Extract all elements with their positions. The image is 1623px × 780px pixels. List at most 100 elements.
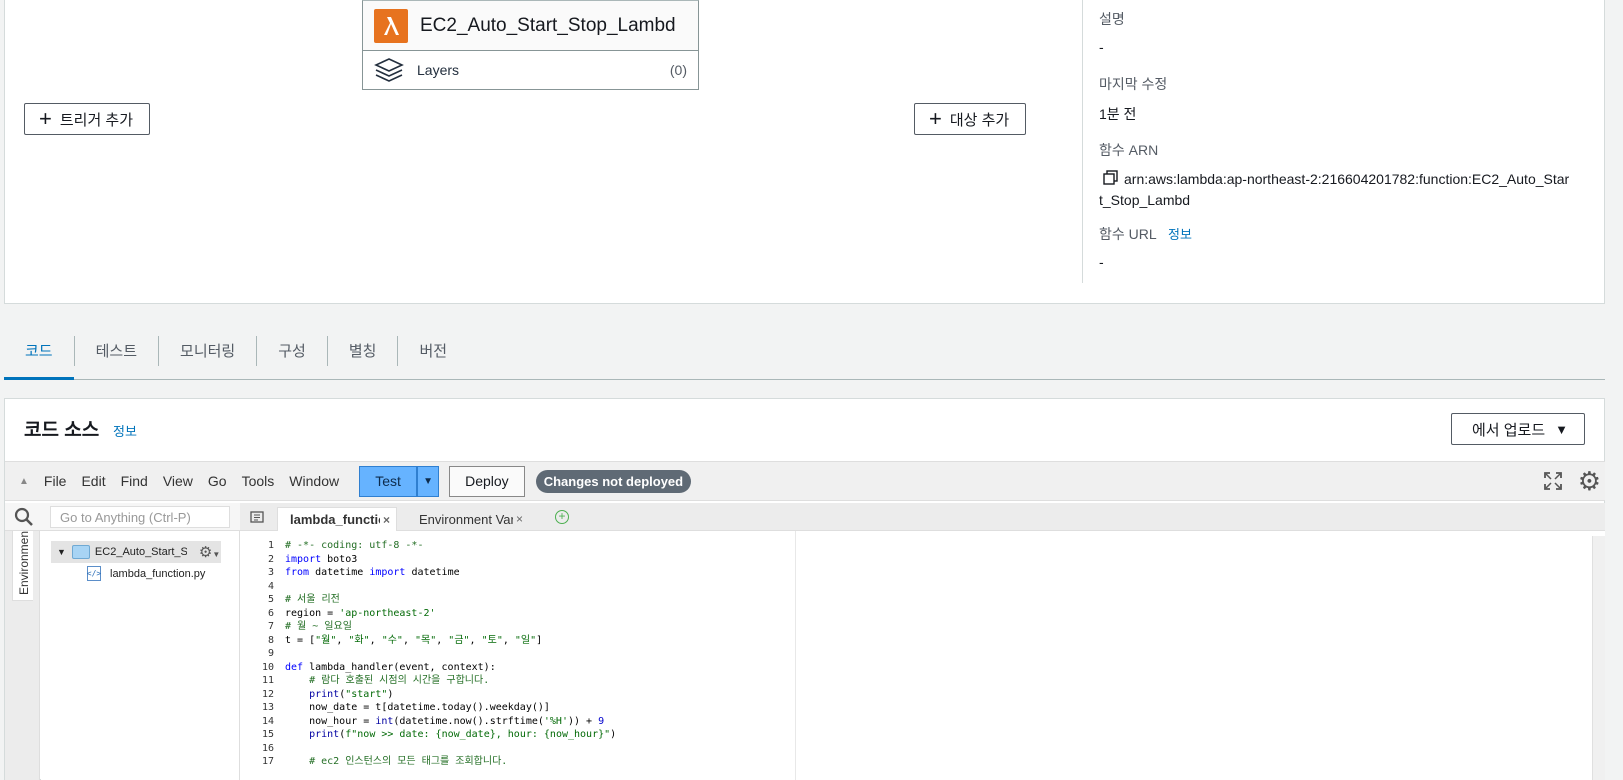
tree-root-folder[interactable]: ▼ EC2_Auto_Start_Stop_Lambd ⚙▼ (51, 541, 221, 563)
function-card[interactable]: EC2_Auto_Start_Stop_Lambd Layers (0) (362, 0, 699, 90)
code-line[interactable]: # 월 ~ 일요일 (285, 620, 1045, 634)
line-number-gutter: 1 2 3 4 5 6 7 8 9 10 11 12 13 14 15 16 17 (240, 539, 278, 769)
fullscreen-icon[interactable] (1542, 470, 1564, 492)
add-tab-icon[interactable]: + (555, 510, 569, 524)
folder-icon (71, 545, 90, 559)
test-button[interactable]: Test (359, 465, 418, 497)
editor-tab-environment-variables[interactable]: Environment Var × (407, 507, 533, 531)
add-destination-button[interactable]: + 대상 추가 (914, 103, 1027, 135)
line-number: 7 (267, 621, 274, 632)
code-line[interactable]: # ec2 인스턴스의 모든 태그를 조회합니다. (285, 755, 1045, 769)
layers-label: Layers (417, 62, 460, 78)
search-icon (14, 507, 33, 526)
function-tabs: 코드 테스트 모니터링 구성 별칭 버전 (4, 326, 1605, 380)
upload-from-label: 에서 업로드 (1471, 421, 1546, 439)
description-label: 설명 (1099, 11, 1125, 27)
code-source-title: 코드 소스 (24, 420, 100, 441)
code-line[interactable]: # -*- coding: utf-8 -*- (285, 539, 1045, 553)
line-number: 6 (267, 607, 274, 619)
code-line[interactable]: def lambda_handler(event, context): (285, 661, 1045, 675)
last-modified-label: 마지막 수정 (1099, 76, 1168, 92)
last-modified-value: 1분 전 (1099, 106, 1137, 122)
editor-tab-label: lambda_function (290, 512, 380, 527)
ide-toolbar: ▲ File Edit Find View Go Tools Window Te… (5, 461, 1605, 501)
add-trigger-button[interactable]: + 트리거 추가 (24, 103, 151, 135)
search-input[interactable]: Go to Anything (Ctrl-P) (50, 506, 230, 528)
code-line[interactable]: print("start") (285, 688, 1045, 702)
close-icon[interactable]: × (383, 513, 390, 527)
last-modified-section: 마지막 수정 1분 전 (1099, 74, 1167, 124)
copy-icon[interactable] (1103, 170, 1118, 188)
function-url-label: 함수 URL (1099, 226, 1157, 242)
tree-file-label: lambda_function.py (110, 567, 206, 580)
tab-aliases[interactable]: 별칭 (328, 326, 398, 379)
tab-code[interactable]: 코드 (4, 326, 74, 380)
plus-icon: + (39, 106, 52, 131)
add-destination-label: 대상 추가 (949, 111, 1010, 129)
line-number: 17 (261, 756, 274, 767)
caret-down-icon: ▼ (423, 475, 434, 487)
line-number: 13 (261, 702, 274, 713)
layers-row[interactable]: Layers (0) (363, 51, 698, 89)
tree-file-item[interactable]: </> lambda_function.py (87, 566, 205, 581)
function-card-header[interactable]: EC2_Auto_Start_Stop_Lambd (363, 1, 698, 51)
code-line[interactable] (285, 742, 1045, 756)
line-number: 12 (261, 688, 274, 700)
code-line[interactable]: # 서울 리전 (285, 593, 1045, 607)
menu-file[interactable]: File (44, 473, 67, 489)
menu-tools[interactable]: Tools (242, 473, 275, 489)
code-line[interactable] (285, 647, 1045, 661)
code-line[interactable]: t = ["월", "화", "수", "목", "금", "토", "일"] (285, 634, 1045, 648)
line-number: 5 (267, 594, 274, 605)
function-url-value: - (1099, 254, 1104, 270)
editor-tab-lambda-function[interactable]: lambda_function × (277, 507, 397, 531)
tab-configuration[interactable]: 구성 (257, 326, 327, 379)
tab-versions[interactable]: 버전 (398, 326, 468, 379)
code-line[interactable]: import boto3 (285, 553, 1045, 567)
code-editor[interactable]: 1 2 3 4 5 6 7 8 9 10 11 12 13 14 15 16 17 # -*- coding: … (240, 531, 1605, 780)
function-url-info-link[interactable]: 정보 (1168, 227, 1192, 242)
editor-tabs: lambda_function × Environment Var × + (240, 503, 1605, 531)
gear-icon[interactable]: ⚙ (1578, 468, 1601, 494)
code-line[interactable]: region = 'ap-northeast-2' (285, 607, 1045, 621)
menu-edit[interactable]: Edit (81, 473, 105, 489)
deploy-button[interactable]: Deploy (449, 465, 525, 497)
upload-from-button[interactable]: 에서 업로드 ▼ (1450, 413, 1585, 445)
code-content[interactable]: # -*- coding: utf-8 -*- import boto3 from … (285, 539, 1045, 769)
collapse-up-icon[interactable]: ▲ (19, 476, 29, 487)
tab-test[interactable]: 테스트 (75, 326, 158, 379)
search-bar: Go to Anything (Ctrl-P) (5, 503, 240, 531)
line-number: 9 (267, 648, 274, 659)
function-url-section: 함수 URL 정보 - (1099, 224, 1192, 270)
code-source-panel: 코드 소스 정보 에서 업로드 ▼ ▲ File Edit Find View … (4, 398, 1605, 780)
code-source-info-link[interactable]: 정보 (113, 421, 137, 440)
close-icon[interactable]: × (516, 512, 523, 526)
python-file-icon: </> (87, 566, 101, 581)
test-dropdown-button[interactable]: ▼ (417, 465, 440, 497)
function-arn-value: arn:aws:lambda:ap-northeast-2:2166042017… (1099, 170, 1579, 188)
tab-monitoring[interactable]: 모니터링 (159, 326, 256, 379)
code-line[interactable]: print(f"now >> date: {now_date}, hour: {… (285, 728, 1045, 742)
gear-icon[interactable]: ⚙▼ (199, 543, 220, 561)
line-number: 11 (261, 675, 274, 686)
code-line[interactable] (285, 580, 1045, 594)
toolbar-right: ⚙ (1542, 468, 1601, 494)
tree-root-label: EC2_Auto_Start_Stop_Lambd (94, 546, 187, 558)
line-number: 15 (261, 729, 274, 740)
code-line[interactable]: now_hour = int(datetime.now().strftime('… (285, 715, 1045, 729)
code-line[interactable]: # 람다 호출된 시점의 시간을 구합니다. (285, 674, 1045, 688)
vertical-scrollbar[interactable] (1592, 536, 1605, 780)
menu-go[interactable]: Go (208, 473, 227, 489)
tabs-menu-icon[interactable] (250, 511, 264, 526)
environment-label: Environment (17, 527, 31, 595)
caret-down-icon[interactable]: ▼ (57, 547, 66, 557)
function-arn-section: 함수 ARN arn:aws:lambda:ap-northeast-2:216… (1099, 140, 1579, 208)
line-number: 14 (261, 715, 274, 727)
lambda-icon (374, 8, 408, 43)
code-line[interactable]: now_date = t[datetime.today().weekday()] (285, 701, 1045, 715)
code-line[interactable]: from datetime import datetime (285, 566, 1045, 580)
menu-view[interactable]: View (163, 473, 193, 489)
function-url-label-row: 함수 URL 정보 (1099, 224, 1192, 244)
menu-find[interactable]: Find (121, 473, 148, 489)
menu-window[interactable]: Window (289, 473, 339, 489)
